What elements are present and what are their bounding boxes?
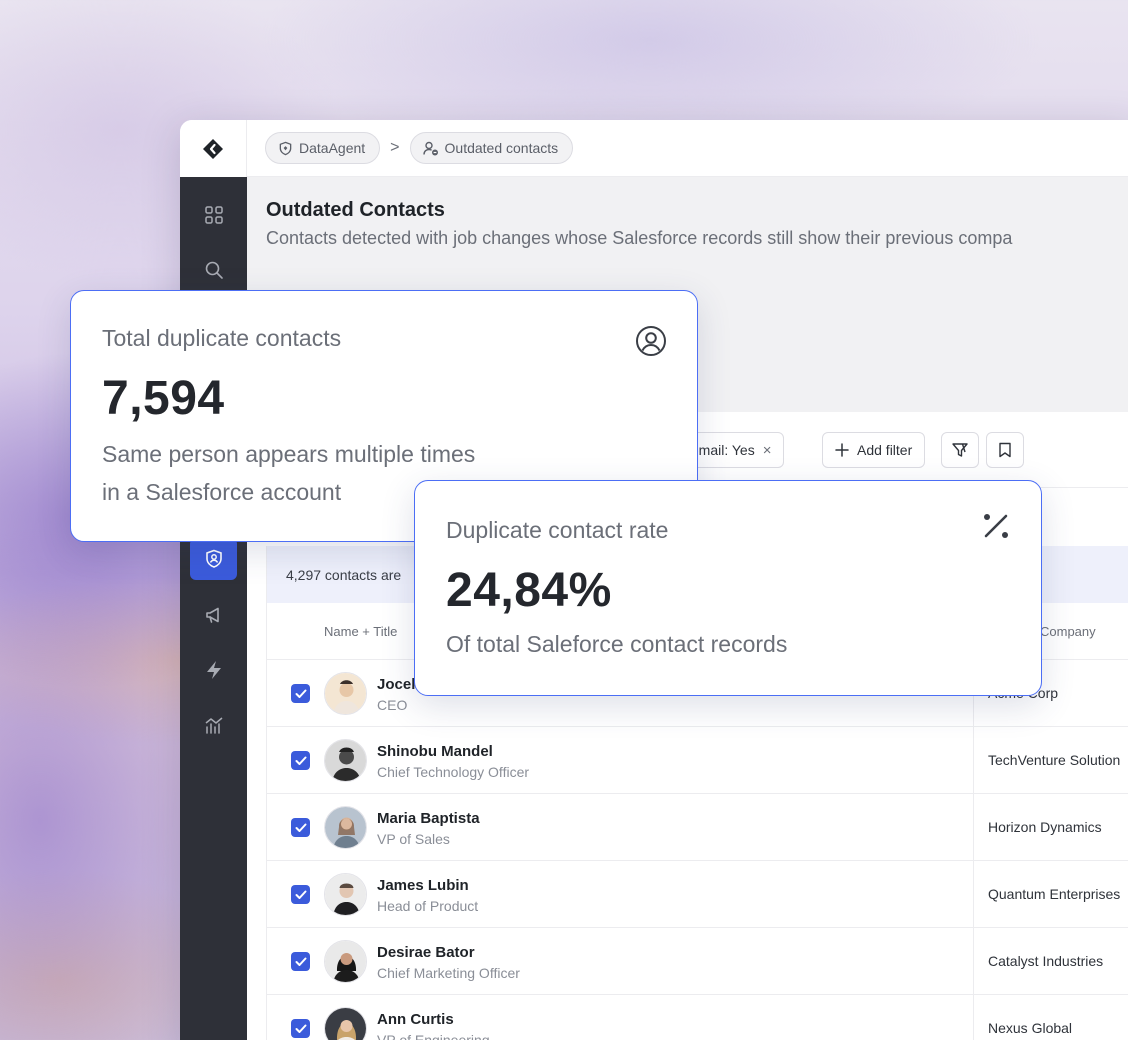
stat-card-duplicate-rate: Duplicate contact rate 24,84% Of total S… (414, 480, 1042, 696)
contact-company: Nexus Global (988, 1020, 1073, 1036)
contact-title: Chief Technology Officer (377, 764, 530, 780)
stat-description: in a Salesforce account (102, 479, 342, 505)
table-row[interactable]: Maria Baptista VP of Sales Horizon Dynam… (267, 794, 1128, 861)
contact-name: Desirae Bator (377, 944, 475, 961)
contact-title: VP of Sales (377, 831, 450, 847)
shield-icon (279, 141, 292, 155)
sidebar-item-dashboard[interactable] (190, 194, 237, 236)
user-circle-icon (635, 325, 667, 362)
close-icon[interactable]: × (763, 442, 772, 459)
page-description: Contacts detected with job changes whose… (266, 228, 1013, 248)
table-row[interactable]: James Lubin Head of Product Quantum Ente… (267, 861, 1128, 928)
logo-icon (203, 138, 223, 159)
row-checkbox[interactable] (291, 818, 310, 837)
table-row[interactable]: Desirae Bator Chief Marketing Officer Ca… (267, 928, 1128, 995)
sidebar-item-campaigns[interactable] (190, 594, 237, 636)
check-icon (295, 756, 306, 765)
chart-icon (205, 717, 222, 734)
contact-title: Head of Product (377, 898, 479, 914)
contact-company: TechVenture Solution (988, 752, 1121, 768)
table-row[interactable]: Ann Curtis VP of Engineering Nexus Globa… (267, 995, 1128, 1040)
breadcrumb-item-dataagent[interactable]: DataAgent (265, 132, 381, 164)
contact-company: Horizon Dynamics (988, 819, 1102, 835)
plus-icon (835, 443, 849, 457)
lightning-icon (206, 661, 221, 679)
app-logo[interactable] (180, 120, 247, 177)
contact-name: Maria Baptista (377, 810, 480, 827)
user-minus-icon (422, 141, 438, 155)
filter-funnel-button[interactable] (941, 432, 979, 468)
check-icon (295, 1024, 306, 1033)
table-row[interactable]: Shinobu Mandel Chief Technology Officer … (267, 727, 1128, 794)
contact-title: Chief Marketing Officer (377, 965, 520, 981)
sidebar-item-search[interactable] (190, 249, 237, 291)
avatar (324, 672, 367, 715)
stat-label: Total duplicate contacts (102, 325, 342, 351)
contact-company: Catalyst Industries (988, 953, 1104, 969)
avatar (324, 873, 367, 916)
stat-label: Duplicate contact rate (446, 517, 669, 543)
contact-name: Ann Curtis (377, 1011, 454, 1028)
column-header-company[interactable]: Company (1040, 624, 1096, 639)
contact-name: Jocel (377, 676, 416, 693)
avatar (324, 940, 367, 983)
percent-icon (981, 511, 1011, 546)
check-icon (295, 890, 306, 899)
stat-description: Same person appears multiple times (102, 441, 476, 467)
sidebar-item-analytics[interactable] (190, 704, 237, 746)
sidebar-item-automations[interactable] (190, 649, 237, 691)
check-icon (295, 689, 306, 698)
add-filter-label: Add filter (857, 442, 913, 458)
row-checkbox[interactable] (291, 952, 310, 971)
breadcrumb: DataAgent > Outdated contacts (247, 120, 1128, 177)
sidebar-item-dataagent[interactable] (190, 538, 237, 580)
breadcrumb-label: DataAgent (299, 140, 366, 156)
avatar (324, 806, 367, 849)
grid-icon (204, 206, 223, 224)
avatar (324, 739, 367, 782)
page-title: Outdated Contacts (266, 199, 445, 221)
stat-value: 24,84% (446, 564, 612, 617)
bookmark-button[interactable] (986, 432, 1024, 468)
stat-description: Of total Saleforce contact records (446, 631, 788, 657)
row-checkbox[interactable] (291, 751, 310, 770)
shield-user-icon (205, 549, 222, 568)
contact-name: Shinobu Mandel (377, 743, 493, 760)
stat-value: 7,594 (102, 372, 225, 425)
megaphone-icon (205, 607, 219, 623)
contact-company: Quantum Enterprises (988, 886, 1121, 902)
search-icon (205, 261, 223, 279)
check-icon (295, 823, 306, 832)
row-checkbox[interactable] (291, 1019, 310, 1038)
funnel-icon (952, 443, 968, 457)
check-icon (295, 957, 306, 966)
contact-name: James Lubin (377, 877, 469, 894)
bookmark-icon (999, 442, 1011, 458)
add-filter-button[interactable]: Add filter (822, 432, 926, 468)
contact-title: CEO (377, 697, 408, 713)
breadcrumb-label: Outdated contacts (444, 140, 559, 156)
column-header-name[interactable]: Name + Title (324, 624, 397, 639)
row-checkbox[interactable] (291, 684, 310, 703)
breadcrumb-item-outdated-contacts[interactable]: Outdated contacts (409, 132, 574, 164)
avatar (324, 1007, 367, 1040)
contact-title: VP of Engineering (377, 1032, 490, 1040)
breadcrumb-separator: > (390, 139, 400, 156)
row-checkbox[interactable] (291, 885, 310, 904)
